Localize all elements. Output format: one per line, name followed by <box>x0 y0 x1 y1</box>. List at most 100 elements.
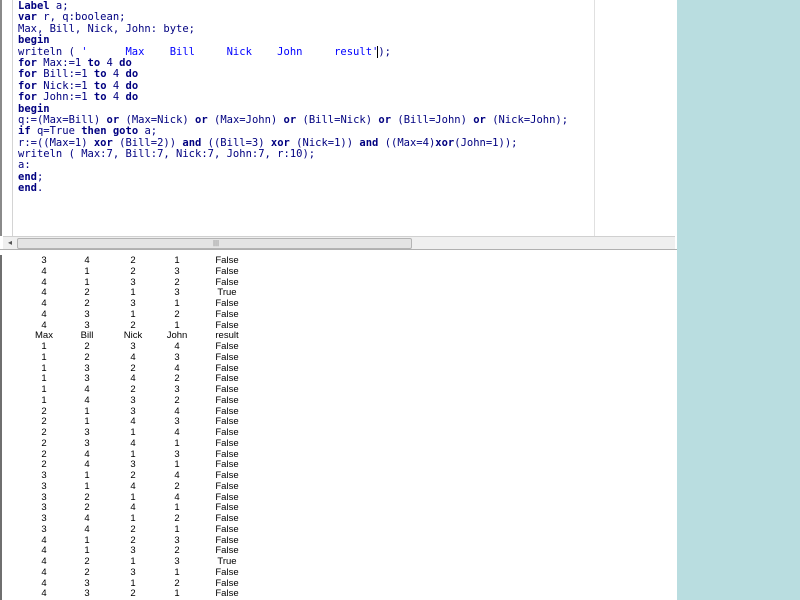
output-cell: 2 <box>174 308 180 320</box>
output-cell: 2 <box>41 437 47 449</box>
output-cell: False <box>215 351 239 363</box>
output-row: 4 3 2 1 False <box>0 588 300 600</box>
output-cell: 3 <box>174 351 180 363</box>
code-text: 4 <box>106 91 126 104</box>
code-keyword: Label <box>18 0 50 12</box>
horizontal-scrollbar[interactable]: ◂ ||| <box>3 236 675 249</box>
output-cell: 2 <box>130 265 136 277</box>
code-text: a; <box>49 0 69 12</box>
code-text: 4 <box>106 79 126 92</box>
code-text: (Bill=Nick) <box>296 113 379 126</box>
output-cell: 4 <box>41 566 47 578</box>
code-keyword: or <box>195 113 208 126</box>
code-text: Max, Bill, Nick, John: byte; <box>18 22 196 35</box>
output-cell: 1 <box>174 566 180 578</box>
output-row: 4 2 3 1 False <box>0 566 300 579</box>
output-cell: 3 <box>174 265 180 277</box>
scroll-left-arrow-icon[interactable]: ◂ <box>5 237 15 249</box>
output-cell: 3 <box>84 308 90 320</box>
code-text: a: <box>18 159 31 172</box>
code-text: Max:=1 <box>36 56 88 69</box>
code-text: r:=((Max=1) <box>18 136 94 149</box>
code-line: for John:=1 to 4 do <box>18 91 568 104</box>
code-text: writeln ( <box>18 45 82 58</box>
output-cell: 4 <box>84 394 90 406</box>
code-line: end. <box>18 183 568 194</box>
output-cell: 1 <box>130 308 136 320</box>
output-cell: 4 <box>41 588 47 600</box>
code-keyword: do <box>125 91 139 104</box>
code-keyword: var <box>18 11 37 24</box>
code-keyword: do <box>119 56 132 69</box>
output-row: 3 1 4 2 False <box>0 480 300 493</box>
output-cell: 2 <box>84 566 90 578</box>
output-cell: False <box>215 308 239 320</box>
code-text: ((Bill=3) <box>201 136 271 149</box>
output-cell: 4 <box>130 437 136 449</box>
text-cursor <box>377 46 378 58</box>
code-keyword: to <box>93 79 107 92</box>
source-code[interactable]: Label a; var r, q:boolean; Max, Bill, Nick… <box>18 0 568 195</box>
code-keyword: for <box>18 79 37 92</box>
code-keyword: for <box>18 68 37 81</box>
desktop-background-panel <box>677 0 800 600</box>
code-keyword: to <box>87 56 101 69</box>
code-keyword: begin <box>18 102 50 115</box>
code-text: 4 <box>100 56 120 69</box>
code-text: (John=1)); <box>454 136 518 149</box>
output-cell: False <box>215 566 239 578</box>
code-keyword: and <box>359 136 379 149</box>
output-cell: False <box>215 394 239 406</box>
output-cell: 1 <box>84 480 90 492</box>
output-cell: 4 <box>130 480 136 492</box>
code-text: (Max=John) <box>207 113 284 126</box>
code-keyword: or <box>283 113 297 126</box>
code-text: (Bill=John) <box>391 113 474 126</box>
code-text: 4 <box>106 68 126 81</box>
output-row: 2 3 4 1 False <box>0 437 300 450</box>
output-cell: False <box>215 588 239 600</box>
output-cell: 2 <box>130 588 136 600</box>
output-row: 3 4 2 1 False <box>0 524 300 536</box>
output-window: 3 4 2 1 False 4 1 2 3 False 4 1 3 2 False 4 2 1 3 True 4 2 3 1 F… <box>0 255 677 600</box>
output-cell: False <box>215 265 239 277</box>
code-keyword: xor <box>93 136 113 149</box>
code-keyword: begin <box>18 34 50 47</box>
output-cell: 4 <box>41 308 47 320</box>
code-text: (Nick=1)) <box>289 136 360 149</box>
code-keyword: or <box>106 113 120 126</box>
output-cell: False <box>215 437 239 449</box>
scrollbar-thumb[interactable]: ||| <box>17 238 412 249</box>
code-keyword: do <box>125 68 139 81</box>
code-keyword: end <box>18 170 37 183</box>
output-cell: 1 <box>41 394 47 406</box>
code-text: ); <box>378 45 391 58</box>
output-cell: 1 <box>174 437 180 449</box>
output-cell: 3 <box>130 394 136 406</box>
code-keyword: for <box>18 56 37 69</box>
output-cell: 1 <box>41 351 47 363</box>
code-string: ' Max Bill Nick John result' <box>81 45 379 58</box>
code-keyword: then <box>81 125 107 138</box>
code-text: . <box>36 182 44 195</box>
output-row: 4 1 2 3 False <box>0 265 300 278</box>
code-text: ((Max=4) <box>378 136 436 149</box>
code-editor[interactable]: Label a; var r, q:boolean; Max, Bill, Nick… <box>0 0 677 250</box>
output-cell: False <box>215 480 239 492</box>
output-cell: 2 <box>174 480 180 492</box>
editor-right-margin-line <box>594 0 595 236</box>
code-text: Bill:=1 <box>36 68 94 81</box>
code-keyword: if <box>18 125 31 138</box>
output-cell: 3 <box>41 480 47 492</box>
code-keyword: for <box>18 91 37 104</box>
code-line: end; <box>18 170 568 183</box>
output-cell: 2 <box>84 351 90 363</box>
output-cell: 2 <box>174 394 180 406</box>
code-keyword: end <box>18 182 37 195</box>
code-keyword: to <box>93 91 107 104</box>
code-line: writeln ( Max:7, Bill:7, Nick:7, John:7,… <box>18 148 568 160</box>
code-text: Nick:=1 <box>36 79 94 92</box>
code-text: (Bill=2)) <box>112 136 183 149</box>
output-cell: 3 <box>84 588 90 600</box>
code-line: Max, Bill, Nick, John: byte; <box>18 22 568 35</box>
